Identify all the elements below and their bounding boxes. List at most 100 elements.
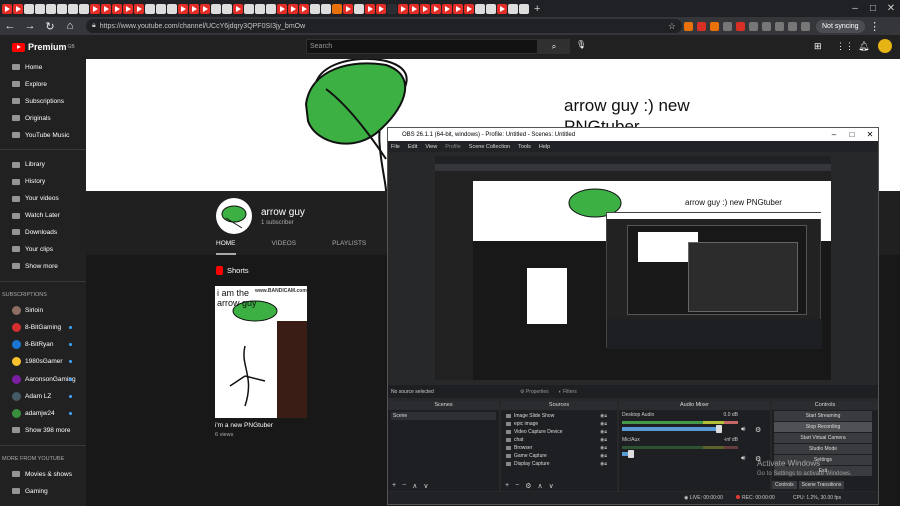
sidebar-channel[interactable]: AaronsonGaming <box>0 370 86 387</box>
extension-icon[interactable] <box>788 21 797 31</box>
source-item[interactable]: epic image ◉🔒︎ <box>504 420 614 428</box>
browser-tab[interactable] <box>442 3 452 14</box>
browser-tab[interactable] <box>156 3 166 14</box>
browser-tab[interactable] <box>299 3 309 14</box>
source-item[interactable]: Browser ◉🔒︎ <box>504 444 614 452</box>
tab-playlists[interactable]: PLAYLISTS <box>332 240 366 255</box>
source-item[interactable]: Video Capture Device ◉🔒︎ <box>504 428 614 436</box>
sidebar-channel[interactable]: Adam LZ <box>0 388 86 405</box>
sidebar-item-gaming[interactable]: Gaming <box>0 483 86 500</box>
eye-icon[interactable]: ◉🔒︎ <box>600 413 614 419</box>
browser-tab[interactable] <box>2 3 12 14</box>
browser-tab[interactable] <box>431 3 441 14</box>
browser-tab[interactable] <box>255 3 265 14</box>
menu-edit[interactable]: Edit <box>408 144 417 150</box>
browser-tab[interactable] <box>486 3 496 14</box>
sidebar-item-music[interactable]: YouTube Music <box>0 127 86 144</box>
remove-icon[interactable]: − <box>402 482 406 489</box>
kebab-menu-icon[interactable]: ⋮ <box>865 20 885 33</box>
short-title[interactable]: i'm a new PNGtuber <box>215 422 273 429</box>
sidebar-item-library[interactable]: Library <box>0 156 86 173</box>
browser-tab[interactable] <box>398 3 408 14</box>
extension-icon[interactable] <box>775 21 784 31</box>
browser-tab[interactable] <box>332 3 342 14</box>
tab-scene-transitions[interactable]: Scene Transitions <box>798 481 845 489</box>
browser-tab[interactable] <box>277 3 287 14</box>
start-virtual-camera-button[interactable]: Start Virtual Camera <box>774 433 872 443</box>
channel-avatar[interactable] <box>216 198 252 234</box>
reload-icon[interactable]: ↻ <box>40 20 60 33</box>
browser-tab-active[interactable] <box>387 3 397 14</box>
home-icon[interactable]: ⌂ <box>60 20 80 32</box>
down-icon[interactable]: ∨ <box>549 482 554 490</box>
browser-tab[interactable] <box>68 3 78 14</box>
menu-tools[interactable]: Tools <box>518 144 531 150</box>
source-item[interactable]: Display Capture ◉🔒︎ <box>504 460 614 468</box>
browser-tab[interactable] <box>13 3 23 14</box>
menu-profile[interactable]: Profile <box>445 144 461 150</box>
sidebar-item-history[interactable]: History <box>0 173 86 190</box>
tab-controls[interactable]: Controls <box>772 481 797 489</box>
browser-tab[interactable] <box>178 3 188 14</box>
speaker-icon[interactable]: 🔊︎ <box>741 455 745 463</box>
up-icon[interactable]: ∧ <box>537 482 542 490</box>
eye-icon[interactable]: ◉🔒︎ <box>600 453 614 459</box>
browser-tab[interactable] <box>24 3 34 14</box>
browser-tab[interactable] <box>288 3 298 14</box>
studio-mode-button[interactable]: Studio Mode <box>774 444 872 454</box>
extension-icon[interactable] <box>736 21 745 31</box>
avatar[interactable] <box>878 39 892 53</box>
filters-button[interactable]: ◐ Filters <box>559 389 577 395</box>
sidebar-channel[interactable]: adamjw24 <box>0 405 86 422</box>
start-streaming-button[interactable]: Start Streaming <box>774 411 872 421</box>
sidebar-item-show-more-channels[interactable]: Show 398 more <box>0 422 86 439</box>
browser-tab[interactable] <box>497 3 507 14</box>
volume-slider[interactable] <box>622 450 635 458</box>
browser-tab[interactable] <box>90 3 100 14</box>
maximize-icon[interactable]: □ <box>864 0 882 17</box>
browser-tab[interactable] <box>321 3 331 14</box>
browser-tab[interactable] <box>57 3 67 14</box>
browser-tab[interactable] <box>112 3 122 14</box>
minimize-icon[interactable]: – <box>846 0 864 17</box>
sidebar-channel[interactable]: 8-BitRyan <box>0 336 86 353</box>
sidebar-item-show-more[interactable]: Show more <box>0 258 86 275</box>
volume-slider[interactable] <box>622 425 723 433</box>
sidebar-item-downloads[interactable]: Downloads <box>0 224 86 241</box>
stop-recording-button[interactable]: Stop Recording <box>774 422 872 432</box>
browser-tab[interactable] <box>453 3 463 14</box>
sidebar-item-originals[interactable]: Originals <box>0 110 86 127</box>
browser-tab[interactable] <box>233 3 243 14</box>
search-button[interactable]: ⌕ <box>538 39 570 54</box>
apps-icon[interactable]: ⋮⋮ <box>836 41 854 52</box>
search-input[interactable]: Search <box>306 39 538 54</box>
add-icon[interactable]: + <box>505 482 509 489</box>
puzzle-icon[interactable] <box>801 21 810 31</box>
browser-tab[interactable] <box>409 3 419 14</box>
bell-icon[interactable]: 🔔︎ <box>858 41 869 52</box>
menu-help[interactable]: Help <box>539 144 550 150</box>
close-icon[interactable]: ✕ <box>882 0 900 17</box>
sidebar-item-subscriptions[interactable]: Subscriptions <box>0 93 86 110</box>
browser-tab[interactable] <box>145 3 155 14</box>
extension-icon[interactable] <box>710 21 719 31</box>
extension-icon[interactable] <box>762 21 771 31</box>
eye-icon[interactable]: ◉🔒︎ <box>600 461 614 467</box>
eye-icon[interactable]: ◉🔒︎ <box>600 421 614 427</box>
menu-scene-collection[interactable]: Scene Collection <box>469 144 510 150</box>
browser-tab[interactable] <box>475 3 485 14</box>
gear-icon[interactable]: ⚙ <box>755 426 761 434</box>
tab-home[interactable]: HOME <box>216 240 236 255</box>
close-icon[interactable]: ✕ <box>861 128 879 141</box>
star-icon[interactable]: ☆ <box>668 21 682 32</box>
browser-tab[interactable] <box>266 3 276 14</box>
browser-tab[interactable] <box>134 3 144 14</box>
browser-tab[interactable] <box>343 3 353 14</box>
sidebar-item-your-videos[interactable]: Your videos <box>0 190 86 207</box>
browser-tab[interactable] <box>35 3 45 14</box>
menu-file[interactable]: File <box>391 144 400 150</box>
browser-tab[interactable] <box>222 3 232 14</box>
back-icon[interactable]: ← <box>0 20 20 32</box>
browser-tab[interactable] <box>420 3 430 14</box>
gear-icon[interactable]: ⚙ <box>525 482 531 490</box>
